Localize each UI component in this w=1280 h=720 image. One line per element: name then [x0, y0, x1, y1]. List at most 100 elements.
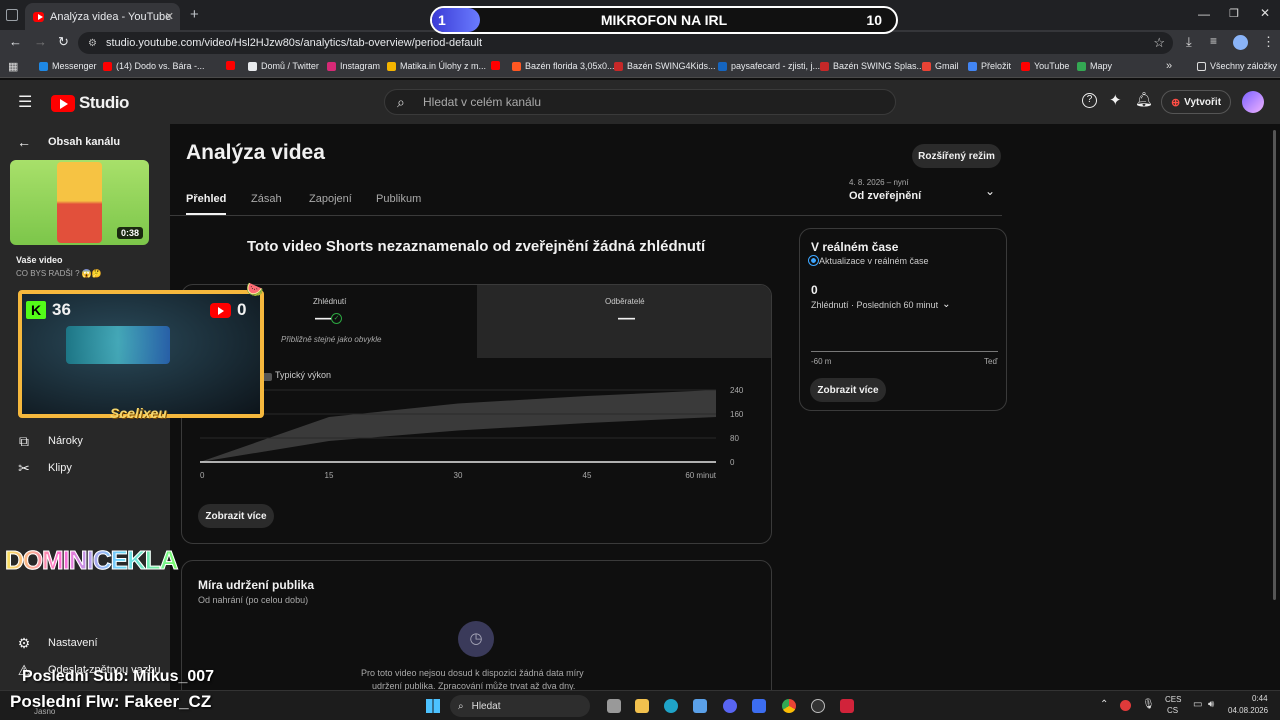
bookmark-favicon-icon: [39, 61, 48, 71]
tab-title: Analýza videa - YouTube Studio: [49, 10, 172, 23]
close-window-icon[interactable]: ✕: [1260, 6, 1270, 20]
app-icon[interactable]: [752, 699, 766, 713]
bookmark-item[interactable]: Matika.in Úlohy z m...: [387, 61, 486, 71]
help-icon[interactable]: ?: [1082, 93, 1097, 108]
downloads-icon[interactable]: ⤓: [1186, 34, 1192, 50]
file-explorer-icon[interactable]: [635, 699, 649, 713]
retention-subtitle: Od nahrání (po celou dobu): [198, 595, 309, 605]
notifications-bell-icon[interactable]: 🔔︎: [1135, 91, 1153, 108]
bookmark-item[interactable]: [491, 61, 504, 70]
edge-icon[interactable]: [664, 699, 678, 713]
clock-date[interactable]: 04.08.2026: [1228, 706, 1268, 715]
sidebar-item-claims[interactable]: ⧉ Nároky: [16, 433, 83, 449]
create-button[interactable]: ⊕ Vytvořit: [1161, 90, 1231, 114]
volume-icon[interactable]: 🔊︎: [1208, 699, 1214, 710]
bookmark-item[interactable]: Gmail: [922, 61, 959, 71]
realtime-metric-label: Zhlédnutí · Posledních 60 minut: [811, 299, 939, 310]
tab-audience[interactable]: Publikum: [376, 193, 421, 205]
sidebar-item-settings[interactable]: ⚙ Nastavení: [16, 635, 98, 651]
forward-icon[interactable]: →: [34, 34, 47, 49]
bookmark-item[interactable]: Bazén SWING4Kids...: [614, 61, 716, 71]
apps-grid-icon[interactable]: ▦: [8, 60, 18, 73]
realtime-metric-dropdown[interactable]: Zhlédnutí · Posledních 60 minut ⌄: [811, 299, 950, 310]
tray-app-icon[interactable]: [1120, 700, 1131, 711]
language-code-2[interactable]: CS: [1167, 706, 1178, 715]
task-view-icon[interactable]: [607, 699, 621, 713]
watermelon-sticker-icon: 🍉: [246, 281, 264, 297]
sparkle-icon[interactable]: ✦: [1109, 91, 1122, 109]
sidebar-item-clips[interactable]: ✂ Klipy: [16, 460, 72, 476]
more-bookmarks-icon[interactable]: »: [1166, 60, 1172, 72]
reading-list-icon[interactable]: ≡: [1210, 34, 1217, 48]
see-more-button[interactable]: Zobrazit více: [198, 504, 274, 528]
back-icon[interactable]: ←: [9, 34, 22, 49]
channel-search-input[interactable]: ⌕ Hledat v celém kanálu: [384, 89, 896, 115]
tray-chevron-icon[interactable]: ⌃: [1100, 699, 1108, 710]
chrome-icon[interactable]: [782, 699, 796, 713]
bookmark-item[interactable]: Bazén florida 3,05x0...: [512, 61, 615, 71]
analytics-main: Analýza videa Rozšířený režim Přehled Zá…: [170, 124, 1276, 710]
y-tick-label: 240: [730, 386, 744, 395]
bookmark-favicon-icon: [968, 61, 977, 71]
bookmark-item[interactable]: Instagram: [327, 61, 380, 71]
browser-tab[interactable]: Analýza videa - YouTube Studio ✕: [25, 3, 180, 30]
microphone-icon[interactable]: 🎙︎: [1142, 699, 1155, 710]
bookmark-item[interactable]: YouTube: [1021, 61, 1069, 71]
metric-views-note: Přibližně stejné jako obvykle: [281, 335, 382, 344]
stream-goal-bar: 1 MIKROFON NA IRL 10: [430, 6, 898, 34]
bookmark-item[interactable]: Domů / Twitter: [248, 61, 319, 71]
period-caption: 4. 8. 2026 – nyní: [849, 178, 909, 187]
metric-views-label: Zhlédnutí: [313, 297, 347, 306]
store-icon[interactable]: [693, 699, 707, 713]
bookmark-item[interactable]: Bazén SWING Splas...: [820, 61, 924, 71]
clock-time[interactable]: 0:44: [1252, 694, 1268, 703]
stream-app-icon[interactable]: [840, 699, 854, 713]
video-thumbnail[interactable]: 0:38: [10, 160, 149, 245]
profile-avatar-icon[interactable]: [1233, 35, 1248, 50]
goal-target: 10: [866, 12, 882, 28]
channel-avatar[interactable]: [1242, 91, 1264, 113]
bookmark-item[interactable]: Messenger: [39, 61, 97, 71]
tab-search-icon[interactable]: [6, 9, 18, 21]
bookmark-item[interactable]: Přeložit: [968, 61, 1011, 71]
minimize-window-icon[interactable]: —: [1198, 7, 1210, 21]
your-video-label: Vaše video: [16, 255, 63, 265]
studio-logo[interactable]: Studio: [51, 93, 129, 113]
tab-overview[interactable]: Přehled: [186, 193, 227, 215]
page-scrollbar[interactable]: [1273, 130, 1276, 600]
youtube-favicon-icon: [33, 11, 44, 22]
realtime-see-more-button[interactable]: Zobrazit více: [810, 378, 886, 402]
language-code-1[interactable]: CES: [1165, 695, 1181, 704]
discord-icon[interactable]: [723, 699, 737, 713]
site-info-icon[interactable]: ⚙: [88, 38, 97, 49]
all-bookmarks-folder[interactable]: Všechny záložky: [1197, 61, 1277, 71]
new-tab-button[interactable]: +: [190, 6, 199, 23]
tab-reach[interactable]: Zásah: [251, 193, 282, 205]
period-selector[interactable]: 4. 8. 2026 – nyní Od zveřejnění ⌄: [849, 178, 1001, 206]
bookmark-item[interactable]: (14) Dodo vs. Bára -...: [103, 61, 205, 71]
bookmark-item[interactable]: [226, 61, 239, 70]
thumbnail-art: [57, 162, 102, 243]
bookmark-item[interactable]: paysafecard - zjisti, j...: [718, 61, 820, 71]
bookmark-star-icon[interactable]: ☆: [1153, 35, 1165, 51]
reload-icon[interactable]: ↻: [58, 34, 69, 50]
close-tab-icon[interactable]: ✕: [165, 10, 174, 23]
url-field[interactable]: ⚙ studio.youtube.com/video/Hsl2HJzw80s/a…: [78, 32, 1173, 54]
maximize-window-icon[interactable]: ❐: [1229, 7, 1239, 20]
taskbar-search[interactable]: ⌕ Hledat: [450, 695, 590, 717]
metric-subscribers-value: —: [618, 308, 635, 327]
metric-subscribers-tab[interactable]: Odběratelé —: [477, 285, 771, 358]
bookmark-item[interactable]: Mapy: [1077, 61, 1112, 71]
back-arrow-icon: ←: [17, 134, 31, 150]
tab-engagement[interactable]: Zapojení: [309, 193, 352, 205]
network-icon[interactable]: ▭: [1193, 699, 1202, 710]
windows-start-icon[interactable]: [426, 699, 440, 713]
back-to-content[interactable]: ← Obsah kanálu: [16, 134, 120, 150]
bookmark-favicon-icon: [820, 61, 829, 71]
chrome-menu-icon[interactable]: ⋮: [1262, 34, 1275, 50]
hamburger-menu-icon[interactable]: ☰: [18, 92, 32, 112]
advanced-mode-button[interactable]: Rozšířený režim: [912, 144, 1001, 168]
bookmark-label: Mapy: [1090, 61, 1113, 71]
obs-icon[interactable]: [811, 699, 825, 713]
bookmark-favicon-icon: [248, 61, 257, 71]
